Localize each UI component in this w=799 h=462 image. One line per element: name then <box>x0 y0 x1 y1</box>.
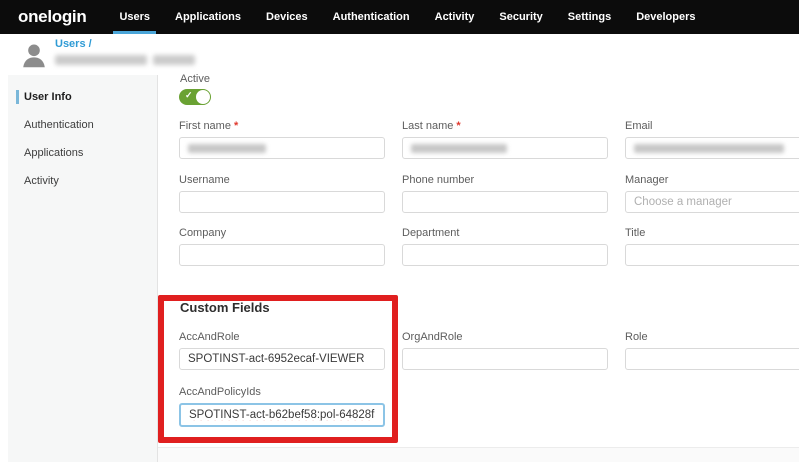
manager-input[interactable] <box>625 191 799 213</box>
role-label: Role <box>625 331 799 343</box>
accandrole-input[interactable] <box>179 348 385 370</box>
breadcrumb-username-redacted <box>55 55 147 65</box>
phone-number-label: Phone number <box>402 174 608 186</box>
redacted-value <box>411 144 507 153</box>
nav-item-applications[interactable]: Applications <box>175 0 241 34</box>
field-title: Title <box>625 227 799 266</box>
nav-item-users[interactable]: Users <box>119 0 150 34</box>
sidebar: User Info Authentication Applications Ac… <box>8 75 158 462</box>
department-input[interactable] <box>402 244 608 266</box>
nav-item-developers[interactable]: Developers <box>636 0 695 34</box>
check-icon: ✓ <box>185 90 193 101</box>
company-input[interactable] <box>179 244 385 266</box>
manager-label: Manager <box>625 174 799 186</box>
username-input[interactable] <box>179 191 385 213</box>
first-name-label: First name* <box>179 120 385 132</box>
page: onelogin Users Applications Devices Auth… <box>0 0 799 462</box>
field-manager: Manager <box>625 174 799 213</box>
custom-fields-heading: Custom Fields <box>180 300 270 315</box>
field-username: Username <box>179 174 385 213</box>
nav-item-settings[interactable]: Settings <box>568 0 611 34</box>
breadcrumb-username-redacted-2 <box>153 55 195 65</box>
active-toggle[interactable]: ✓ <box>179 89 211 105</box>
field-last-name: Last name* <box>402 120 608 159</box>
last-name-input[interactable] <box>402 137 608 159</box>
required-marker: * <box>456 120 460 132</box>
nav-item-security[interactable]: Security <box>499 0 542 34</box>
nav-item-devices[interactable]: Devices <box>266 0 308 34</box>
top-navbar: onelogin Users Applications Devices Auth… <box>0 0 799 34</box>
sidebar-item-user-info[interactable]: User Info <box>8 83 157 111</box>
organdrole-input[interactable] <box>402 348 608 370</box>
accandrole-label: AccAndRole <box>179 331 385 343</box>
nav-item-activity[interactable]: Activity <box>435 0 475 34</box>
onelogin-logo[interactable]: onelogin <box>18 7 86 27</box>
sidebar-item-activity[interactable]: Activity <box>8 167 157 195</box>
nav-menu: Users Applications Devices Authenticatio… <box>119 0 695 34</box>
username-label: Username <box>179 174 385 186</box>
redacted-value <box>634 144 784 153</box>
active-toggle-label: Active <box>180 73 210 85</box>
organdrole-label: OrgAndRole <box>402 331 608 343</box>
toggle-knob <box>196 90 210 104</box>
field-phone-number: Phone number <box>402 174 608 213</box>
email-label: Email <box>625 120 799 132</box>
title-input[interactable] <box>625 244 799 266</box>
last-name-label: Last name* <box>402 120 608 132</box>
field-first-name: First name* <box>179 120 385 159</box>
field-accandrole: AccAndRole <box>179 331 385 370</box>
department-label: Department <box>402 227 608 239</box>
field-role: Role <box>625 331 799 370</box>
field-company: Company <box>179 227 385 266</box>
user-avatar-icon <box>19 40 49 70</box>
required-marker: * <box>234 120 238 132</box>
page-footer-strip <box>158 447 799 462</box>
field-accandpolicyids: AccAndPolicyIds <box>179 386 385 427</box>
sidebar-item-applications[interactable]: Applications <box>8 139 157 167</box>
breadcrumb-users-link[interactable]: Users / <box>55 38 92 50</box>
field-organdrole: OrgAndRole <box>402 331 608 370</box>
title-label: Title <box>625 227 799 239</box>
email-input[interactable] <box>625 137 799 159</box>
role-input[interactable] <box>625 348 799 370</box>
nav-item-authentication[interactable]: Authentication <box>333 0 410 34</box>
accandpolicyids-label: AccAndPolicyIds <box>179 386 385 398</box>
field-department: Department <box>402 227 608 266</box>
redacted-value <box>188 144 266 153</box>
accandpolicyids-input[interactable] <box>179 403 385 427</box>
company-label: Company <box>179 227 385 239</box>
first-name-input[interactable] <box>179 137 385 159</box>
phone-number-input[interactable] <box>402 191 608 213</box>
field-email: Email <box>625 120 799 159</box>
sidebar-item-authentication[interactable]: Authentication <box>8 111 157 139</box>
